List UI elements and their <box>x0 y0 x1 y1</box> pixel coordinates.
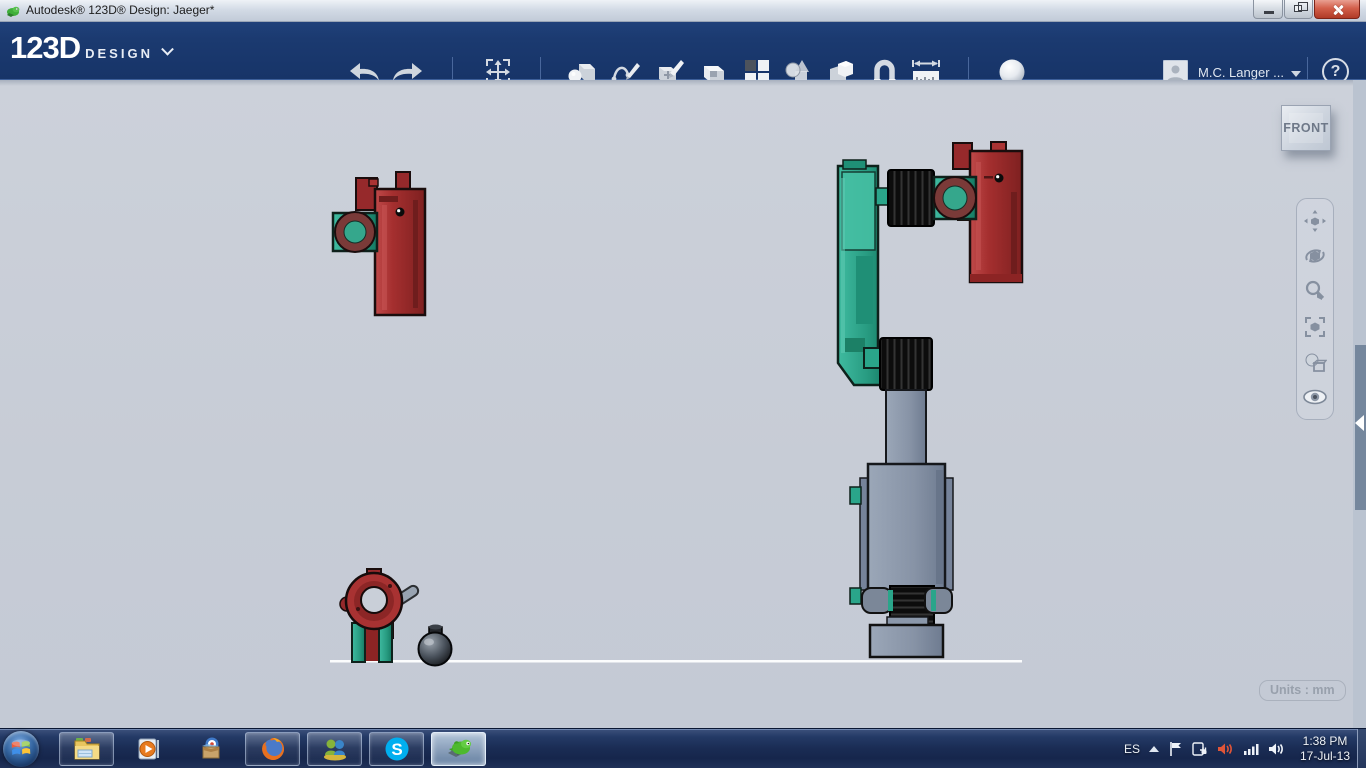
app-volume-red-icon[interactable] <box>1217 741 1234 757</box>
model-red-gun-left[interactable] <box>331 171 427 317</box>
units-indicator[interactable]: Units : mm <box>1259 680 1346 701</box>
volume-icon[interactable] <box>1268 741 1285 757</box>
logo-primary: 123D <box>10 30 81 65</box>
skype-letter: S <box>391 740 402 759</box>
start-button[interactable] <box>3 731 39 767</box>
clock[interactable]: 1:38 PM 17-Jul-13 <box>1294 734 1356 764</box>
clock-time: 1:38 PM <box>1302 734 1348 748</box>
taskbar-media-player-button[interactable] <box>121 732 176 766</box>
panel-expand-arrow-icon[interactable] <box>1355 415 1364 431</box>
eye-icon <box>1303 389 1327 405</box>
network-signal-icon[interactable] <box>1243 742 1259 756</box>
model-robot-arm-assembly[interactable] <box>836 141 1024 659</box>
123d-design-icon <box>447 739 471 757</box>
action-center-flag-icon[interactable] <box>1168 741 1183 757</box>
taskbar-games-button[interactable] <box>183 732 238 766</box>
app-toolbar: 123D DESIGN M.C. Langer ... ? <box>0 22 1366 91</box>
taskbar-messenger-button[interactable] <box>307 732 362 766</box>
shade-button[interactable] <box>1300 347 1330 377</box>
skype-icon: S <box>385 737 408 761</box>
logo-menu-caret-icon <box>161 42 174 56</box>
zoom-icon <box>1305 281 1325 301</box>
app-icon <box>7 6 20 17</box>
taskbar-explorer-button[interactable] <box>59 732 114 766</box>
zoom-button[interactable] <box>1300 276 1330 306</box>
orbit-icon <box>1305 249 1325 263</box>
language-indicator[interactable]: ES <box>1124 742 1140 756</box>
firefox-icon <box>261 737 284 760</box>
taskbar-skype-button[interactable]: S <box>369 732 424 766</box>
user-menu-caret-icon[interactable] <box>1291 71 1301 77</box>
shade-icon <box>1305 353 1327 372</box>
minimize-icon <box>1264 11 1274 14</box>
logo-secondary: DESIGN <box>85 46 153 61</box>
hide-button[interactable] <box>1300 382 1330 412</box>
restore-icon <box>1294 2 1308 12</box>
pan-button[interactable] <box>1300 206 1330 236</box>
media-player-icon <box>138 738 159 760</box>
navigation-rail <box>1296 198 1334 420</box>
show-hidden-icons-caret[interactable] <box>1149 746 1159 752</box>
system-tray: ES 1:38 PM 17-Jul-13 <box>1124 729 1356 768</box>
user-name[interactable]: M.C. Langer ... <box>1198 65 1284 80</box>
view-cube-label: FRONT <box>1283 121 1329 135</box>
taskbar-123d-button[interactable] <box>431 732 486 766</box>
show-desktop-button[interactable] <box>1357 729 1366 768</box>
taskbar-firefox-button[interactable] <box>245 732 300 766</box>
fit-icon <box>1305 316 1325 337</box>
close-icon <box>1332 4 1344 16</box>
pan-icon <box>1304 209 1326 232</box>
restore-button[interactable] <box>1284 0 1313 19</box>
games-box-icon <box>201 737 219 759</box>
view-cube[interactable]: FRONT <box>1281 105 1331 151</box>
minimize-button[interactable] <box>1253 0 1283 19</box>
close-button[interactable] <box>1314 0 1360 19</box>
orbit-button[interactable] <box>1300 241 1330 271</box>
clock-date: 17-Jul-13 <box>1299 749 1351 763</box>
remove-hardware-icon[interactable] <box>1192 741 1208 757</box>
messenger-icon <box>323 739 346 761</box>
window-titlebar: Autodesk® 123D® Design: Jaeger* <box>0 0 1366 22</box>
windows-taskbar: S ES 1:38 PM 17-Jul-13 <box>0 728 1366 768</box>
model-servo-wheel[interactable] <box>339 568 420 663</box>
window-title: Autodesk® 123D® Design: Jaeger* <box>26 3 215 17</box>
model-ball[interactable] <box>417 624 453 667</box>
app-logo[interactable]: 123D DESIGN <box>10 30 174 66</box>
fit-button[interactable] <box>1300 312 1330 342</box>
windows-logo-icon <box>11 739 31 755</box>
modeling-canvas[interactable]: FRONT Units: mm <box>0 80 1366 728</box>
3d-scene <box>330 141 1024 667</box>
explorer-icon <box>74 738 99 760</box>
